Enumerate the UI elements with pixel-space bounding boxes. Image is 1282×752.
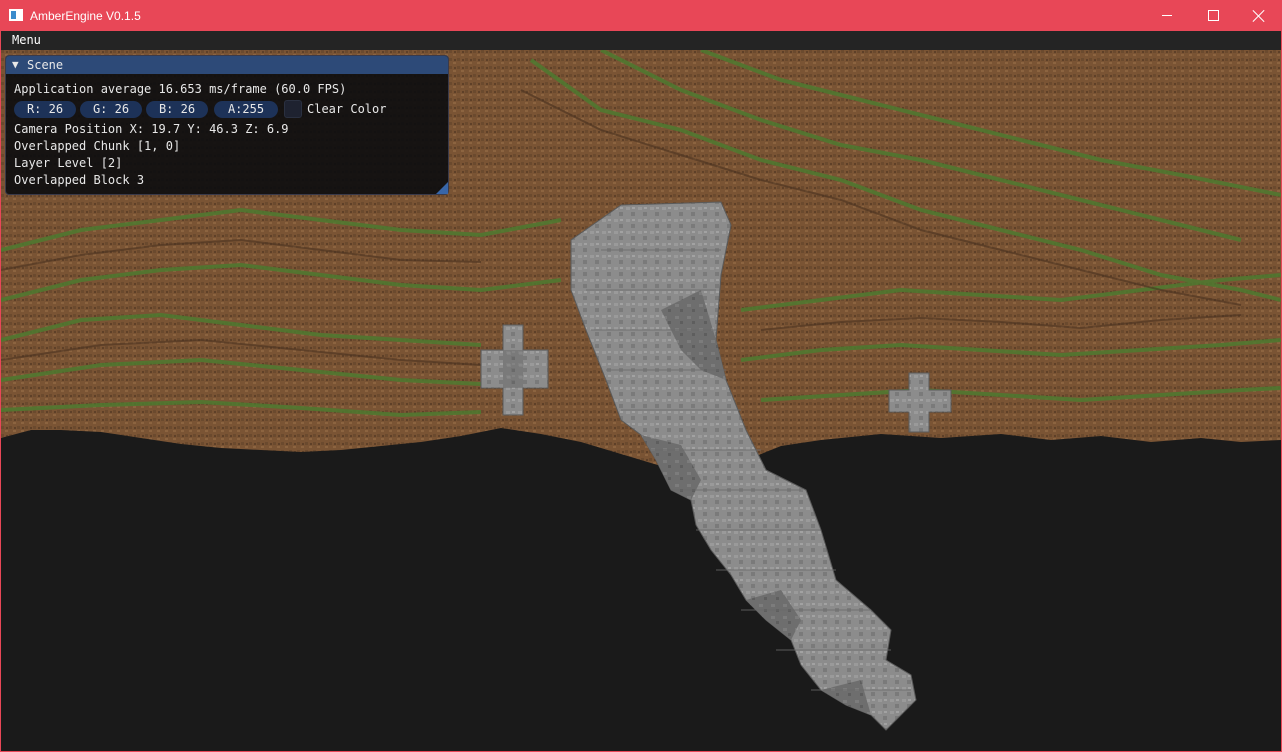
overlapped-chunk-readout: Overlapped Chunk [1, 0] [14, 139, 181, 153]
clear-color-b-field[interactable]: B: 26 [146, 101, 208, 118]
clear-color-g-field[interactable]: G: 26 [80, 101, 142, 118]
scene-panel: ▼ Scene Application average 16.653 ms/fr… [5, 55, 449, 195]
clear-color-checkbox[interactable] [284, 100, 302, 118]
overlapped-block-readout: Overlapped Block 3 [14, 173, 145, 187]
layer-level-readout: Layer Level [2] [14, 156, 123, 170]
app-icon [9, 9, 23, 21]
menu-item-menu[interactable]: Menu [12, 33, 41, 47]
window-title: AmberEngine V0.1.5 [30, 9, 141, 23]
panel-resize-grip[interactable] [436, 182, 448, 194]
close-button[interactable] [1236, 0, 1282, 31]
maximize-icon [1207, 10, 1219, 21]
collapse-arrow-icon[interactable]: ▼ [12, 58, 19, 71]
minimize-button[interactable] [1144, 0, 1190, 31]
minimize-icon [1162, 15, 1172, 16]
maximize-button[interactable] [1190, 0, 1236, 31]
clear-color-label: Clear Color [307, 102, 387, 116]
title-bar: AmberEngine V0.1.5 [0, 0, 1282, 31]
clear-color-r-field[interactable]: R: 26 [14, 101, 76, 118]
menu-bar: Menu [1, 31, 1281, 50]
window-frame-left [0, 31, 1, 752]
clear-color-a-field[interactable]: A:255 [214, 101, 278, 118]
scene-panel-header[interactable]: ▼ Scene [6, 56, 448, 74]
fps-readout: Application average 16.653 ms/frame (60.… [14, 82, 347, 96]
scene-panel-title: Scene [27, 58, 64, 72]
close-icon [1253, 10, 1265, 22]
camera-position-readout: Camera Position X: 19.7 Y: 46.3 Z: 6.9 [14, 122, 289, 136]
